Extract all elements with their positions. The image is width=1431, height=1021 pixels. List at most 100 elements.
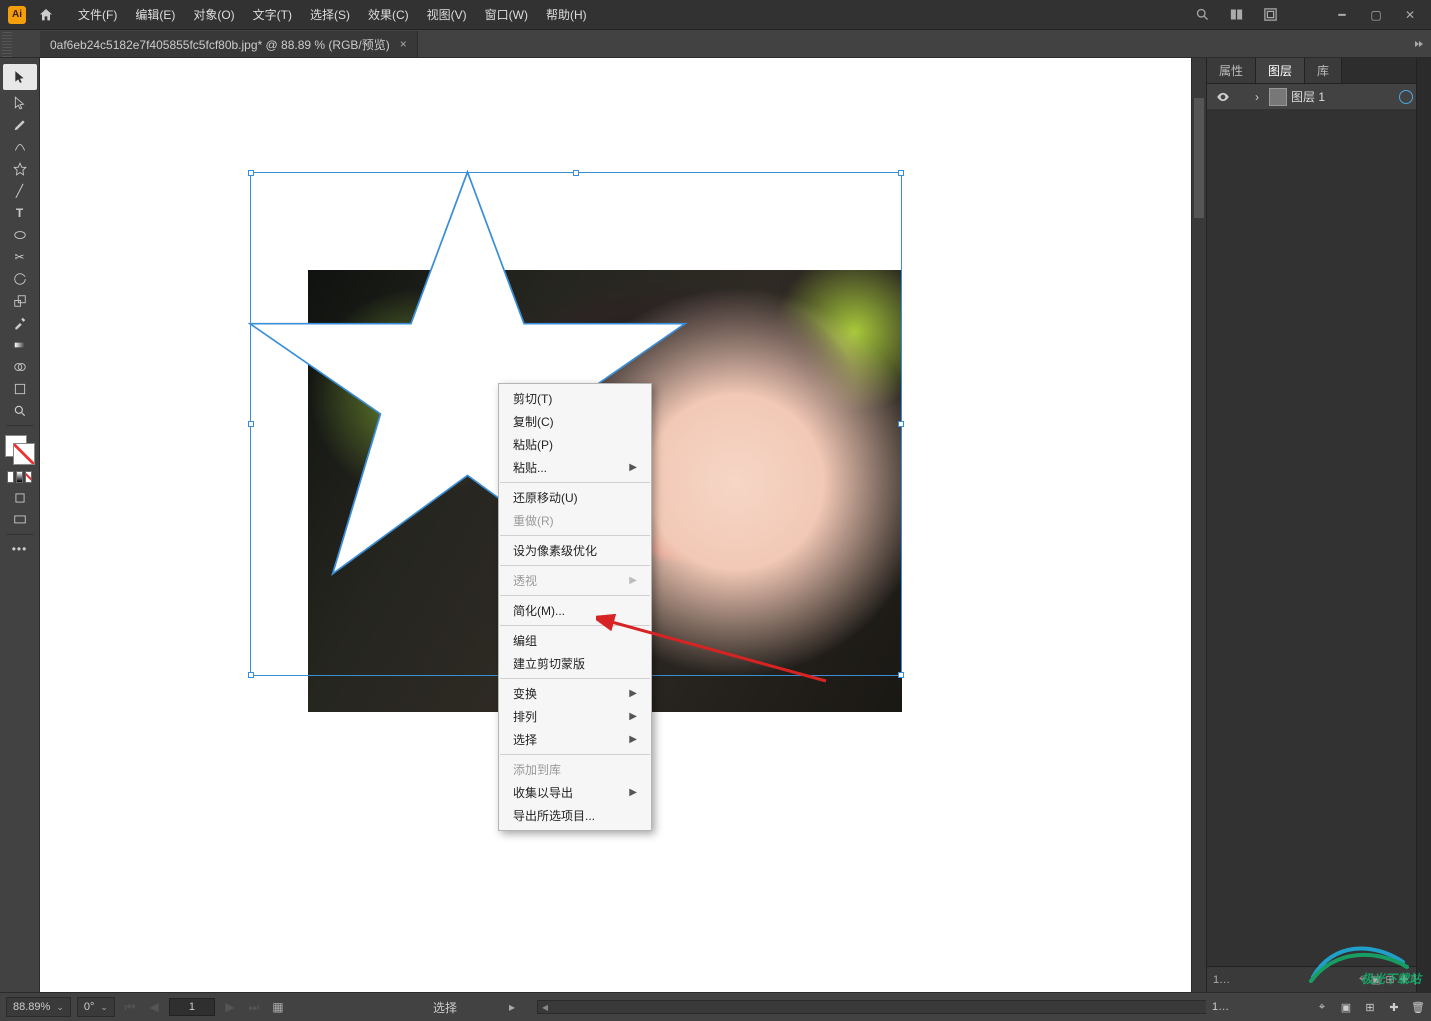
home-icon[interactable] — [36, 5, 56, 25]
line-segment-tool[interactable]: ╱ — [5, 180, 35, 202]
fill-stroke-swatch[interactable] — [5, 435, 35, 465]
direct-selection-tool[interactable] — [5, 92, 35, 114]
ctx-paste[interactable]: 粘贴(P) — [499, 433, 651, 456]
layer-row[interactable]: › 图层 1 — [1207, 84, 1431, 110]
color-mode-swatches[interactable] — [7, 471, 33, 483]
ctx-paste-sub[interactable]: 粘贴...▶ — [499, 456, 651, 479]
ctx-group[interactable]: 编组 — [499, 629, 651, 652]
menu-object[interactable]: 对象(O) — [185, 2, 242, 27]
edit-toolbar-icon[interactable]: ••• — [5, 538, 35, 560]
zoom-dropdown[interactable]: 88.89% ⌄ — [6, 997, 71, 1017]
menu-items: 文件(F) 编辑(E) 对象(O) 文字(T) 选择(S) 效果(C) 视图(V… — [70, 2, 595, 27]
menu-window[interactable]: 窗口(W) — [477, 2, 536, 27]
zoom-tool[interactable] — [5, 400, 35, 422]
status-flyout-icon[interactable]: ▸ — [503, 998, 521, 1016]
document-tab-label: 0af6eb24c5182e7f405855fc5fcf80b.jpg* @ 8… — [50, 36, 390, 53]
ctx-copy[interactable]: 复制(C) — [499, 410, 651, 433]
ctx-simplify[interactable]: 简化(M)... — [499, 599, 651, 622]
eyedropper-tool[interactable] — [5, 312, 35, 334]
scale-tool[interactable] — [5, 290, 35, 312]
pen-tool[interactable] — [5, 114, 35, 136]
ctx-redo: 重做(R) — [499, 509, 651, 532]
layer-target-icon[interactable] — [1399, 90, 1413, 104]
canvas-vertical-scrollbar[interactable] — [1191, 58, 1206, 992]
tab-libraries[interactable]: 库 — [1305, 58, 1342, 83]
rotate-tool[interactable] — [5, 268, 35, 290]
rotation-dropdown[interactable]: 0° ⌄ — [77, 997, 115, 1017]
type-tool[interactable]: T — [5, 202, 35, 224]
layers-scrollbar[interactable] — [1416, 110, 1431, 966]
gradient-tool[interactable] — [5, 334, 35, 356]
artboard-navigator-icon[interactable]: ▦ — [269, 998, 287, 1016]
bbox-handle-tr[interactable] — [898, 170, 904, 176]
layer-count: 1… — [1213, 974, 1230, 986]
ctx-export-selection[interactable]: 导出所选项目... — [499, 804, 651, 827]
ctx-undo-move[interactable]: 还原移动(U) — [499, 486, 651, 509]
arrange-documents-icon[interactable] — [1228, 7, 1244, 23]
layer-disclosure-icon[interactable]: › — [1249, 90, 1265, 104]
canvas[interactable]: 剪切(T) 复制(C) 粘贴(P) 粘贴...▶ 还原移动(U) 重做(R) 设… — [40, 58, 1206, 992]
bbox-handle-ml[interactable] — [248, 421, 254, 427]
screen-mode-icon[interactable] — [5, 509, 35, 531]
scissors-tool[interactable]: ✂ — [5, 246, 35, 268]
bbox-handle-tm[interactable] — [573, 170, 579, 176]
tab-layers[interactable]: 图层 — [1256, 58, 1305, 83]
menu-effect[interactable]: 效果(C) — [360, 2, 417, 27]
selection-tool[interactable] — [3, 64, 37, 90]
options-bar-grip[interactable] — [2, 30, 12, 57]
star-tool[interactable] — [5, 158, 35, 180]
shape-builder-tool[interactable] — [5, 356, 35, 378]
menu-type[interactable]: 文字(T) — [245, 2, 300, 27]
visibility-eye-icon[interactable] — [1211, 87, 1235, 107]
bbox-handle-br[interactable] — [898, 672, 904, 678]
document-tab-close-icon[interactable]: × — [400, 37, 407, 51]
panel-dock-header — [1290, 30, 1431, 58]
scrollbar-thumb[interactable] — [1194, 98, 1204, 218]
ctx-add-to-library: 添加到库 — [499, 758, 651, 781]
ctx-pixel-optimize[interactable]: 设为像素级优化 — [499, 539, 651, 562]
context-menu: 剪切(T) 复制(C) 粘贴(P) 粘贴...▶ 还原移动(U) 重做(R) 设… — [498, 383, 652, 831]
ctx-collect-export[interactable]: 收集以导出▶ — [499, 781, 651, 804]
stroke-color-swatch[interactable] — [13, 443, 35, 465]
ctx-cut[interactable]: 剪切(T) — [499, 387, 651, 410]
menu-edit[interactable]: 编辑(E) — [127, 2, 183, 27]
layer-name[interactable]: 图层 1 — [1291, 88, 1399, 105]
bbox-handle-mr[interactable] — [898, 421, 904, 427]
curvature-tool[interactable] — [5, 136, 35, 158]
ctx-make-clipping-mask[interactable]: 建立剪切蒙版 — [499, 652, 651, 675]
window-controls: ━ ▢ ✕ — [1290, 0, 1431, 30]
window-minimize-icon[interactable]: ━ — [1327, 5, 1357, 25]
menu-file[interactable]: 文件(F) — [70, 2, 125, 27]
delete-layer-icon[interactable]: 🗑 — [1411, 1000, 1425, 1014]
document-tab[interactable]: 0af6eb24c5182e7f405855fc5fcf80b.jpg* @ 8… — [40, 31, 418, 57]
menu-view[interactable]: 视图(V) — [419, 2, 475, 27]
draw-mode-icon[interactable] — [5, 487, 35, 509]
ctx-arrange[interactable]: 排列▶ — [499, 705, 651, 728]
panel-expand-icon[interactable] — [1411, 36, 1427, 52]
status-bar-right: 1… ⌖ ▣ ⊞ ✚ 🗑 — [1206, 992, 1431, 1021]
ellipse-tool[interactable] — [5, 224, 35, 246]
search-icon[interactable] — [1194, 7, 1210, 23]
ctx-select[interactable]: 选择▶ — [499, 728, 651, 751]
make-clipping-mask-icon[interactable]: ▣ — [1339, 1000, 1353, 1014]
ctx-transform[interactable]: 变换▶ — [499, 682, 651, 705]
new-layer-icon[interactable]: ✚ — [1387, 1000, 1401, 1014]
app-menubar: Ai 文件(F) 编辑(E) 对象(O) 文字(T) 选择(S) 效果(C) 视… — [0, 0, 1290, 30]
menu-select[interactable]: 选择(S) — [302, 2, 358, 27]
workspace-switcher-icon[interactable] — [1262, 7, 1278, 23]
bbox-handle-bl[interactable] — [248, 672, 254, 678]
locate-object-icon[interactable]: ⌖ — [1315, 1000, 1329, 1014]
menu-help[interactable]: 帮助(H) — [538, 2, 595, 27]
tool-separator-2 — [6, 534, 34, 535]
layer-thumbnail[interactable] — [1269, 88, 1287, 106]
artboard-number-input[interactable]: 1 — [169, 998, 215, 1016]
window-maximize-icon[interactable]: ▢ — [1361, 5, 1391, 25]
new-sublayer-icon[interactable]: ⊞ — [1363, 1000, 1377, 1014]
tab-properties[interactable]: 属性 — [1207, 58, 1256, 83]
app-logo-ai: Ai — [8, 6, 26, 24]
bbox-handle-tl[interactable] — [248, 170, 254, 176]
artboard-tool[interactable] — [5, 378, 35, 400]
panel-tabs: 属性 图层 库 ≡ — [1207, 58, 1431, 84]
scroll-left-icon[interactable]: ◂ — [538, 1001, 552, 1013]
window-close-icon[interactable]: ✕ — [1395, 5, 1425, 25]
